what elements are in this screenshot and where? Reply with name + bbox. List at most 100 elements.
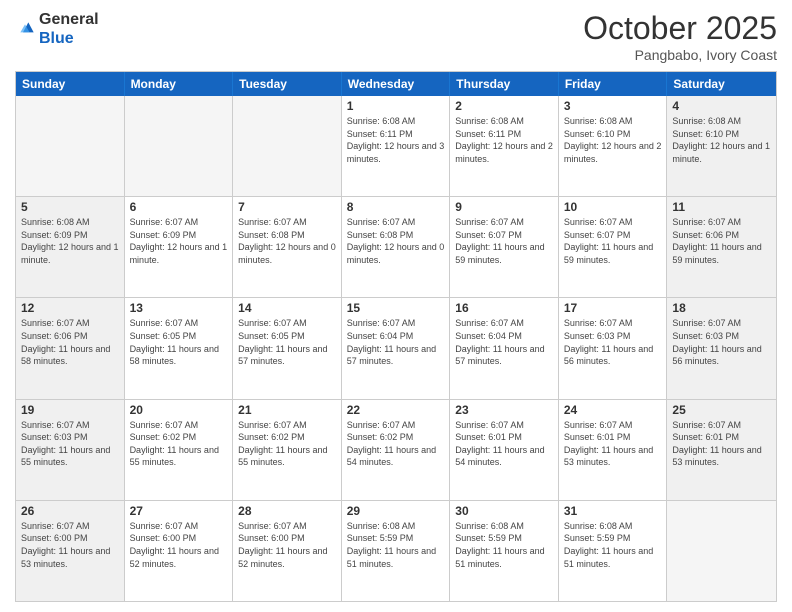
day-number: 14 xyxy=(238,301,336,315)
day-number: 15 xyxy=(347,301,445,315)
cell-info: Sunrise: 6:07 AMSunset: 6:06 PMDaylight:… xyxy=(21,317,119,367)
cell-info: Sunrise: 6:07 AMSunset: 6:03 PMDaylight:… xyxy=(21,419,119,469)
cell-info: Sunrise: 6:07 AMSunset: 6:09 PMDaylight:… xyxy=(130,216,228,266)
day-number: 24 xyxy=(564,403,662,417)
day-number: 31 xyxy=(564,504,662,518)
day-number: 10 xyxy=(564,200,662,214)
calendar-cell: 2 Sunrise: 6:08 AMSunset: 6:11 PMDaylight… xyxy=(450,96,559,196)
cell-info: Sunrise: 6:08 AMSunset: 6:11 PMDaylight:… xyxy=(347,115,445,165)
cell-info: Sunrise: 6:07 AMSunset: 6:02 PMDaylight:… xyxy=(347,419,445,469)
calendar-cell: 24Sunrise: 6:07 AMSunset: 6:01 PMDayligh… xyxy=(559,400,668,500)
calendar-cell xyxy=(125,96,234,196)
cell-info: Sunrise: 6:07 AMSunset: 6:06 PMDaylight:… xyxy=(672,216,771,266)
calendar-row-0: 1 Sunrise: 6:08 AMSunset: 6:11 PMDaylight… xyxy=(16,96,776,196)
day-number: 8 xyxy=(347,200,445,214)
header-day-friday: Friday xyxy=(559,72,668,96)
logo: General Blue xyxy=(15,10,99,48)
calendar-cell: 27Sunrise: 6:07 AMSunset: 6:00 PMDayligh… xyxy=(125,501,234,601)
header-day-wednesday: Wednesday xyxy=(342,72,451,96)
day-number: 25 xyxy=(672,403,771,417)
day-number: 5 xyxy=(21,200,119,214)
calendar-cell: 5 Sunrise: 6:08 AMSunset: 6:09 PMDaylight… xyxy=(16,197,125,297)
cell-info: Sunrise: 6:08 AMSunset: 5:59 PMDaylight:… xyxy=(455,520,553,570)
calendar-cell xyxy=(233,96,342,196)
cell-info: Sunrise: 6:08 AMSunset: 6:10 PMDaylight:… xyxy=(672,115,771,165)
day-number: 6 xyxy=(130,200,228,214)
calendar-cell: 21 Sunrise: 6:07 AMSunset: 6:02 PMDayligh… xyxy=(233,400,342,500)
header-day-monday: Monday xyxy=(125,72,234,96)
calendar: SundayMondayTuesdayWednesdayThursdayFrid… xyxy=(15,71,777,602)
day-number: 30 xyxy=(455,504,553,518)
day-number: 17 xyxy=(564,301,662,315)
day-number: 9 xyxy=(455,200,553,214)
day-number: 23 xyxy=(455,403,553,417)
logo-general: General xyxy=(39,11,99,28)
day-number: 21 xyxy=(238,403,336,417)
day-number: 4 xyxy=(672,99,771,113)
page: General Blue October 2025 Pangbabo, Ivor… xyxy=(0,0,792,612)
cell-info: Sunrise: 6:07 AMSunset: 6:08 PMDaylight:… xyxy=(238,216,336,266)
day-number: 22 xyxy=(347,403,445,417)
header-day-saturday: Saturday xyxy=(667,72,776,96)
calendar-cell: 7 Sunrise: 6:07 AMSunset: 6:08 PMDaylight… xyxy=(233,197,342,297)
calendar-cell: 18Sunrise: 6:07 AMSunset: 6:03 PMDayligh… xyxy=(667,298,776,398)
cell-info: Sunrise: 6:07 AMSunset: 6:02 PMDaylight:… xyxy=(238,419,336,469)
day-number: 18 xyxy=(672,301,771,315)
header-day-thursday: Thursday xyxy=(450,72,559,96)
day-number: 12 xyxy=(21,301,119,315)
cell-info: Sunrise: 6:07 AMSunset: 6:04 PMDaylight:… xyxy=(455,317,553,367)
cell-info: Sunrise: 6:07 AMSunset: 6:01 PMDaylight:… xyxy=(672,419,771,469)
calendar-cell: 28Sunrise: 6:07 AMSunset: 6:00 PMDayligh… xyxy=(233,501,342,601)
cell-info: Sunrise: 6:07 AMSunset: 6:07 PMDaylight:… xyxy=(455,216,553,266)
day-number: 3 xyxy=(564,99,662,113)
calendar-row-3: 19 Sunrise: 6:07 AMSunset: 6:03 PMDayligh… xyxy=(16,399,776,500)
title-block: October 2025 Pangbabo, Ivory Coast xyxy=(583,10,777,63)
day-number: 16 xyxy=(455,301,553,315)
day-number: 26 xyxy=(21,504,119,518)
cell-info: Sunrise: 6:07 AMSunset: 6:05 PMDaylight:… xyxy=(238,317,336,367)
calendar-cell: 16 Sunrise: 6:07 AMSunset: 6:04 PMDayligh… xyxy=(450,298,559,398)
cell-info: Sunrise: 6:07 AMSunset: 6:05 PMDaylight:… xyxy=(130,317,228,367)
calendar-cell: 29Sunrise: 6:08 AMSunset: 5:59 PMDayligh… xyxy=(342,501,451,601)
cell-info: Sunrise: 6:07 AMSunset: 6:04 PMDaylight:… xyxy=(347,317,445,367)
day-number: 19 xyxy=(21,403,119,417)
day-number: 13 xyxy=(130,301,228,315)
cell-info: Sunrise: 6:07 AMSunset: 6:00 PMDaylight:… xyxy=(130,520,228,570)
calendar-cell: 4 Sunrise: 6:08 AMSunset: 6:10 PMDaylight… xyxy=(667,96,776,196)
cell-info: Sunrise: 6:08 AMSunset: 6:09 PMDaylight:… xyxy=(21,216,119,266)
calendar-cell: 1 Sunrise: 6:08 AMSunset: 6:11 PMDaylight… xyxy=(342,96,451,196)
cell-info: Sunrise: 6:08 AMSunset: 5:59 PMDaylight:… xyxy=(564,520,662,570)
calendar-cell: 19 Sunrise: 6:07 AMSunset: 6:03 PMDayligh… xyxy=(16,400,125,500)
month-title: October 2025 xyxy=(583,10,777,47)
day-number: 20 xyxy=(130,403,228,417)
calendar-cell: 3Sunrise: 6:08 AMSunset: 6:10 PMDaylight… xyxy=(559,96,668,196)
location-subtitle: Pangbabo, Ivory Coast xyxy=(583,47,777,63)
calendar-cell: 11 Sunrise: 6:07 AMSunset: 6:06 PMDayligh… xyxy=(667,197,776,297)
cell-info: Sunrise: 6:07 AMSunset: 6:02 PMDaylight:… xyxy=(130,419,228,469)
logo-icon xyxy=(15,19,35,39)
calendar-cell xyxy=(667,501,776,601)
logo-blue: Blue xyxy=(39,30,74,47)
calendar-row-4: 26 Sunrise: 6:07 AMSunset: 6:00 PMDayligh… xyxy=(16,500,776,601)
calendar-header: SundayMondayTuesdayWednesdayThursdayFrid… xyxy=(16,72,776,96)
calendar-cell xyxy=(16,96,125,196)
calendar-cell: 6 Sunrise: 6:07 AMSunset: 6:09 PMDaylight… xyxy=(125,197,234,297)
calendar-cell: 22 Sunrise: 6:07 AMSunset: 6:02 PMDayligh… xyxy=(342,400,451,500)
day-number: 28 xyxy=(238,504,336,518)
calendar-cell: 17 Sunrise: 6:07 AMSunset: 6:03 PMDayligh… xyxy=(559,298,668,398)
cell-info: Sunrise: 6:08 AMSunset: 5:59 PMDaylight:… xyxy=(347,520,445,570)
calendar-cell: 15 Sunrise: 6:07 AMSunset: 6:04 PMDayligh… xyxy=(342,298,451,398)
day-number: 7 xyxy=(238,200,336,214)
cell-info: Sunrise: 6:07 AMSunset: 6:01 PMDaylight:… xyxy=(455,419,553,469)
calendar-cell: 8Sunrise: 6:07 AMSunset: 6:08 PMDaylight… xyxy=(342,197,451,297)
day-number: 1 xyxy=(347,99,445,113)
cell-info: Sunrise: 6:08 AMSunset: 6:11 PMDaylight:… xyxy=(455,115,553,165)
header-day-sunday: Sunday xyxy=(16,72,125,96)
cell-info: Sunrise: 6:07 AMSunset: 6:03 PMDaylight:… xyxy=(564,317,662,367)
calendar-cell: 14 Sunrise: 6:07 AMSunset: 6:05 PMDayligh… xyxy=(233,298,342,398)
calendar-cell: 10 Sunrise: 6:07 AMSunset: 6:07 PMDayligh… xyxy=(559,197,668,297)
day-number: 11 xyxy=(672,200,771,214)
cell-info: Sunrise: 6:07 AMSunset: 6:07 PMDaylight:… xyxy=(564,216,662,266)
cell-info: Sunrise: 6:07 AMSunset: 6:00 PMDaylight:… xyxy=(21,520,119,570)
day-number: 2 xyxy=(455,99,553,113)
